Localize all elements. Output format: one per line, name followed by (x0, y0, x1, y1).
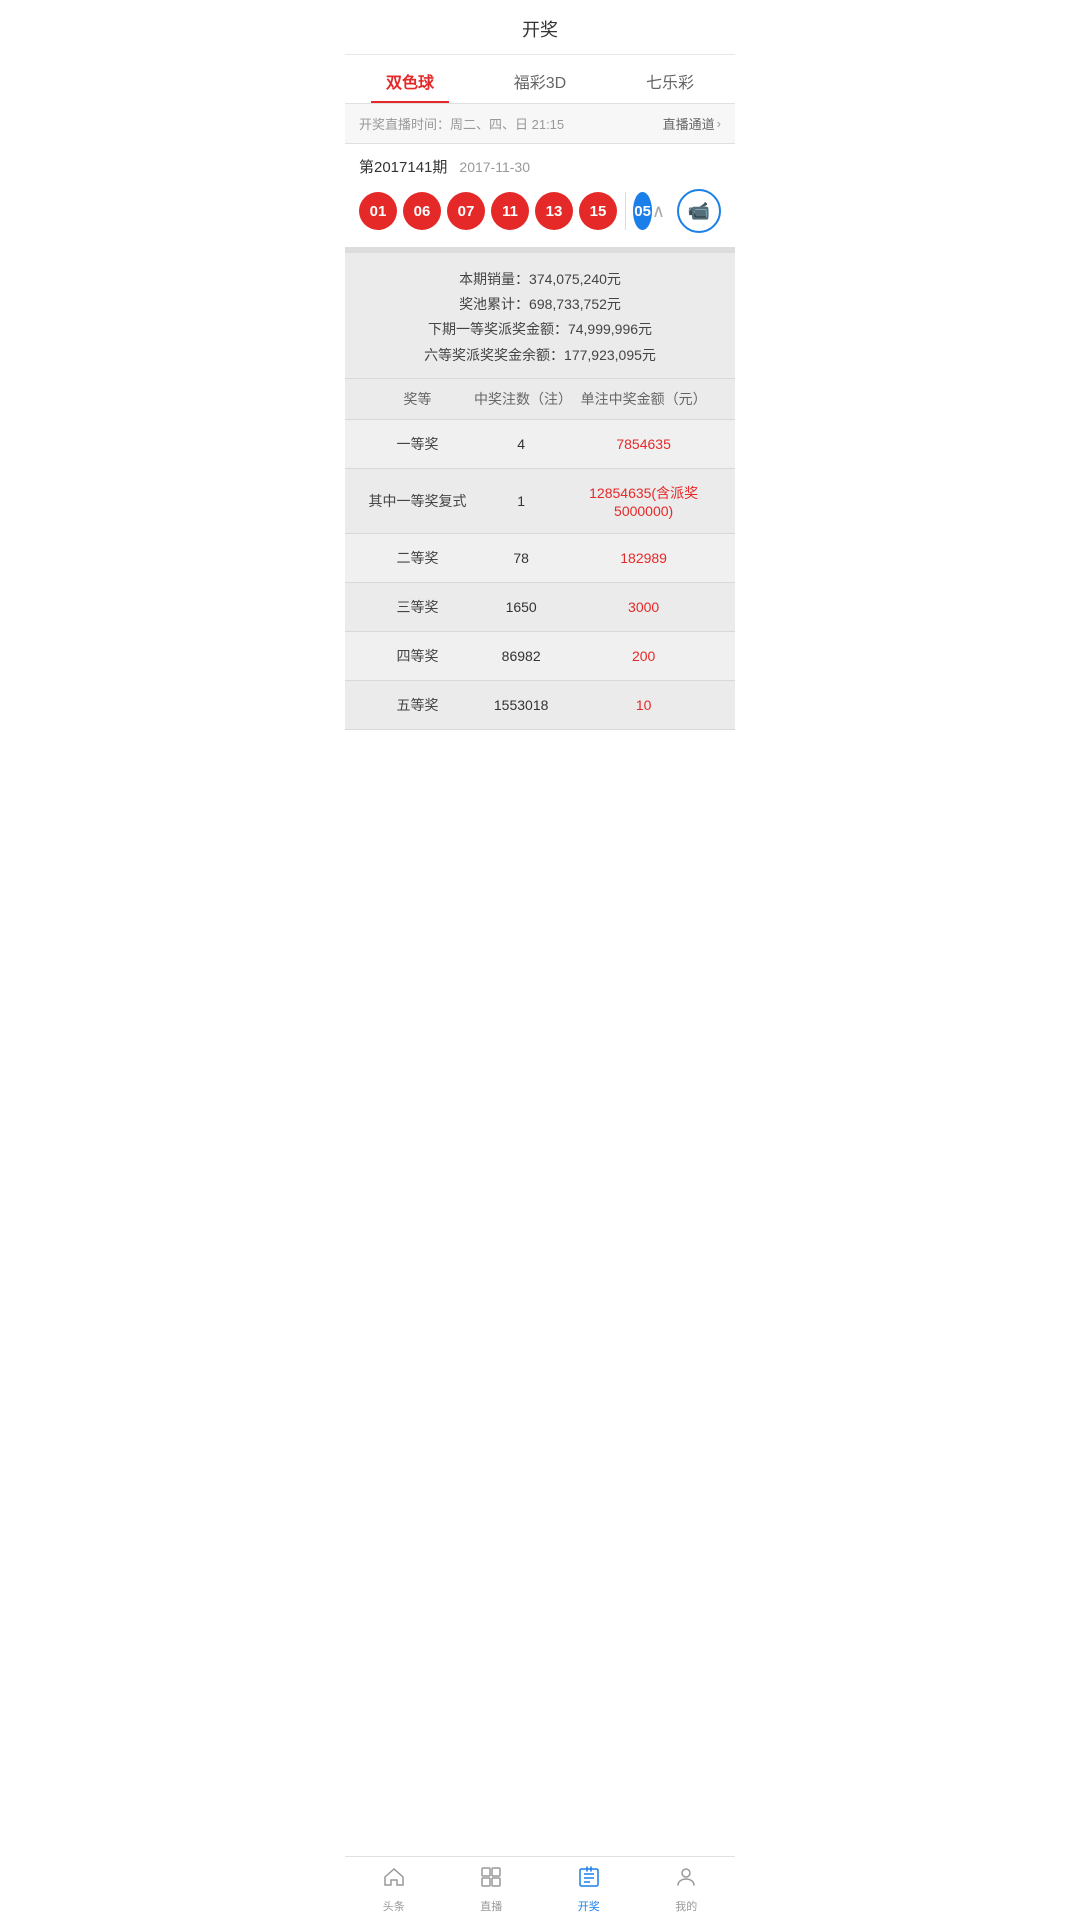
nav-lottery-label: 开奖 (578, 1898, 600, 1914)
prize-count-4: 1650 (474, 599, 568, 615)
red-balls-group: 01 06 07 11 13 15 (359, 192, 617, 230)
prize-name-3: 二等奖 (361, 548, 474, 568)
red-ball-4: 11 (491, 192, 529, 230)
home-icon (382, 1865, 406, 1895)
blue-ball: 05 (633, 192, 651, 230)
prize-amount-1: 7854635 (568, 436, 719, 452)
stat-line-3: 下期一等奖派奖金额：74,999,996元 (361, 317, 719, 342)
red-ball-5: 13 (535, 192, 573, 230)
issue-number: 第2017141期 (359, 156, 447, 177)
live-banner: 开奖直播时间：周二、四、日 21:15 直播通道 › (345, 104, 735, 144)
stats-panel: 本期销量：374,075,240元 奖池累计：698,733,752元 下期一等… (345, 247, 735, 378)
collapse-icon[interactable]: ∧ (652, 201, 665, 222)
prize-amount-6: 10 (568, 697, 719, 713)
user-icon (674, 1865, 698, 1895)
prize-amount-2: 12854635(含派奖5000000) (568, 483, 719, 519)
stat-line-1: 本期销量：374,075,240元 (361, 267, 719, 292)
prize-name-6: 五等奖 (361, 695, 474, 715)
prize-count-1: 4 (474, 436, 568, 452)
page-title: 开奖 (345, 0, 735, 55)
bottom-nav: 头条 直播 开奖 (345, 1856, 735, 1920)
prize-name-4: 三等奖 (361, 597, 474, 617)
prize-count-5: 86982 (474, 648, 568, 664)
prize-amount-5: 200 (568, 648, 719, 664)
prize-amount-4: 3000 (568, 599, 719, 615)
red-ball-6: 15 (579, 192, 617, 230)
prize-amount-3: 182989 (568, 550, 719, 566)
tab-fucai3d[interactable]: 福彩3D (475, 55, 605, 103)
nav-mine-label: 我的 (675, 1898, 697, 1914)
draw-numbers-row: 01 06 07 11 13 15 05 (359, 189, 721, 247)
live-link[interactable]: 直播通道 › (663, 114, 721, 133)
prize-name-2: 其中一等奖复式 (361, 491, 474, 511)
header-name: 奖等 (361, 389, 474, 409)
nav-live[interactable]: 直播 (443, 1857, 541, 1920)
tab-shuangseqiu[interactable]: 双色球 (345, 55, 475, 103)
live-icon (479, 1865, 503, 1895)
tab-bar: 双色球 福彩3D 七乐彩 (345, 55, 735, 104)
red-ball-3: 07 (447, 192, 485, 230)
prize-table-header: 奖等 中奖注数（注） 单注中奖金额（元） (345, 378, 735, 420)
prize-row-3: 二等奖 78 182989 (345, 534, 735, 583)
draw-controls: ∧ 📹 (652, 189, 721, 233)
prize-row-4: 三等奖 1650 3000 (345, 583, 735, 632)
prize-name-5: 四等奖 (361, 646, 474, 666)
nav-live-label: 直播 (480, 1898, 502, 1914)
nav-lottery[interactable]: 开奖 (540, 1857, 638, 1920)
tab-qilecai[interactable]: 七乐彩 (605, 55, 735, 103)
issue-date: 2017-11-30 (459, 159, 530, 175)
red-ball-1: 01 (359, 192, 397, 230)
chevron-right-icon: › (717, 116, 721, 131)
camera-icon: 📹 (688, 201, 710, 222)
prize-count-6: 1553018 (474, 697, 568, 713)
stat-line-4: 六等奖派奖奖金余额：177,923,095元 (361, 343, 719, 368)
camera-button[interactable]: 📹 (677, 189, 721, 233)
prize-table: 奖等 中奖注数（注） 单注中奖金额（元） 一等奖 4 7854635 其中一等奖… (345, 378, 735, 730)
nav-headlines[interactable]: 头条 (345, 1857, 443, 1920)
header-amount: 单注中奖金额（元） (568, 389, 719, 409)
prize-row-1: 一等奖 4 7854635 (345, 420, 735, 469)
prize-row-5: 四等奖 86982 200 (345, 632, 735, 681)
prize-name-1: 一等奖 (361, 434, 474, 454)
lottery-icon (577, 1865, 601, 1895)
red-ball-2: 06 (403, 192, 441, 230)
live-time-label: 开奖直播时间：周二、四、日 21:15 (359, 114, 564, 133)
prize-count-2: 1 (474, 493, 568, 509)
prize-count-3: 78 (474, 550, 568, 566)
prize-row-6: 五等奖 1553018 10 (345, 681, 735, 730)
header-count: 中奖注数（注） (474, 389, 568, 409)
prize-row-2: 其中一等奖复式 1 12854635(含派奖5000000) (345, 469, 735, 534)
stat-line-2: 奖池累计：698,733,752元 (361, 292, 719, 317)
nav-mine[interactable]: 我的 (638, 1857, 736, 1920)
draw-section: 第2017141期 2017-11-30 01 06 07 11 13 (345, 144, 735, 247)
draw-issue-row: 第2017141期 2017-11-30 (359, 156, 721, 177)
nav-headlines-label: 头条 (383, 1898, 405, 1914)
